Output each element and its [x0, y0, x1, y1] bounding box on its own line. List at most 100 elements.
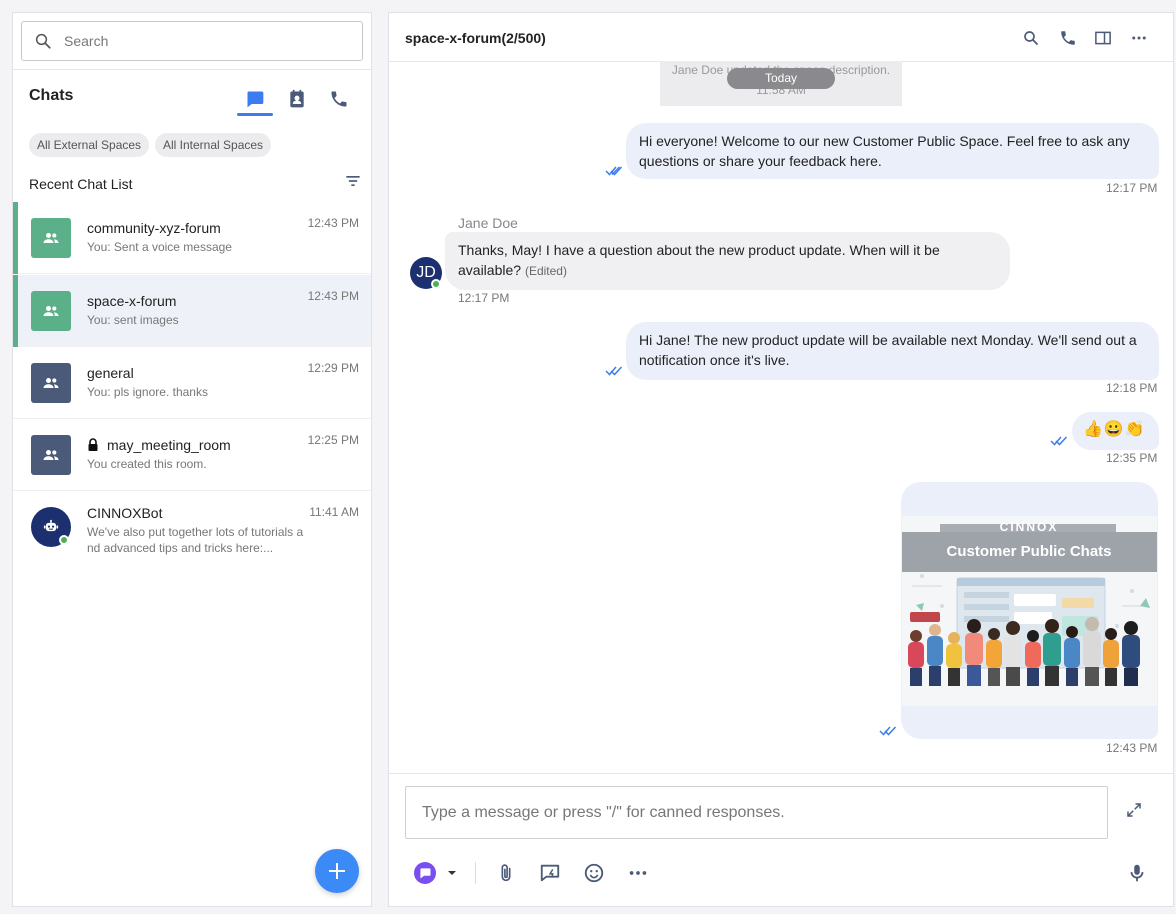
- chat-list-panel: Chats All External Spaces All Internal S…: [12, 12, 372, 907]
- expand-composer-button[interactable]: [1122, 798, 1146, 822]
- plus-icon: [329, 863, 345, 879]
- tab-chats[interactable]: [237, 81, 273, 117]
- message-input[interactable]: [405, 786, 1108, 839]
- room-avatar: [31, 435, 71, 475]
- call-button[interactable]: [1056, 26, 1080, 50]
- chat-preview-line-1: We've also put together lots of tutorial…: [87, 525, 304, 539]
- conversation-title: space-x-forum(2/500): [405, 30, 546, 46]
- channel-selector-button[interactable]: [412, 860, 438, 886]
- room-avatar: [31, 363, 71, 403]
- read-receipt-icon: [879, 726, 897, 736]
- chat-time: 12:43 PM: [307, 289, 359, 303]
- phone-icon: [1061, 31, 1075, 45]
- space-avatar: [31, 218, 71, 258]
- voice-message-button[interactable]: [1124, 860, 1150, 886]
- chat-time: 12:43 PM: [307, 216, 359, 230]
- divider: [13, 69, 371, 70]
- chat-time: 11:41 AM: [309, 505, 359, 519]
- chats-title: Chats: [29, 87, 74, 104]
- toolbar-separator: [475, 862, 476, 884]
- read-receipt-icon: [605, 166, 623, 176]
- chat-name-row: may_meeting_room: [87, 437, 231, 453]
- attach-file-button[interactable]: [493, 860, 519, 886]
- more-tools-button[interactable]: [625, 860, 651, 886]
- online-status-dot: [431, 279, 441, 289]
- space-accent-bar: [13, 275, 18, 347]
- message-time: 12:18 PM: [1106, 381, 1158, 395]
- image-title-text: Customer Public Chats: [946, 543, 1111, 560]
- image-message-bubble[interactable]: CINNOX Customer Public Chats: [901, 482, 1158, 739]
- message-time: 12:17 PM: [1106, 181, 1158, 195]
- filter-icon[interactable]: [343, 171, 363, 191]
- more-icon: [629, 871, 647, 875]
- split-view-icon: [1095, 31, 1111, 45]
- space-accent-bar: [13, 202, 18, 274]
- chat-name: community-xyz-forum: [87, 220, 221, 236]
- space-avatar: [31, 291, 71, 331]
- edited-tag: (Edited): [524, 264, 567, 278]
- group-icon: [43, 378, 59, 388]
- group-icon: [43, 233, 59, 243]
- chat-name: CINNOXBot: [87, 505, 163, 521]
- message-time: 12:43 PM: [1106, 741, 1158, 755]
- shared-image[interactable]: CINNOX Customer Public Chats: [902, 516, 1157, 706]
- chat-preview-line-2: nd advanced tips and tricks here:...: [87, 541, 274, 555]
- chat-preview: You: sent images: [87, 313, 179, 327]
- channel-selector-icon: [414, 862, 436, 884]
- canned-response-icon: [540, 864, 560, 882]
- new-chat-button[interactable]: [315, 849, 359, 893]
- contacts-icon: [290, 89, 304, 108]
- emoji-button[interactable]: [581, 860, 607, 886]
- conversation-panel: space-x-forum(2/500) Jane Doe updated th…: [388, 12, 1174, 907]
- read-receipt-icon: [1050, 436, 1068, 446]
- chat-item-space-x-forum[interactable]: space-x-forum You: sent images 12:43 PM: [13, 275, 371, 347]
- more-options-button[interactable]: [1127, 26, 1151, 50]
- search-icon: [35, 33, 51, 49]
- chat-name: general: [87, 365, 134, 381]
- chat-preview: You: pls ignore. thanks: [87, 385, 208, 399]
- tab-contacts[interactable]: [279, 81, 315, 117]
- split-view-button[interactable]: [1091, 26, 1115, 50]
- search-in-chat-button[interactable]: [1019, 26, 1043, 50]
- canned-response-button[interactable]: [537, 860, 563, 886]
- outgoing-message-bubble[interactable]: Hi everyone! Welcome to our new Customer…: [626, 123, 1159, 179]
- incoming-message-bubble[interactable]: Thanks, May! I have a question about the…: [445, 232, 1010, 290]
- attachment-icon: [501, 864, 511, 882]
- active-tab-indicator: [237, 113, 273, 116]
- date-divider: Today: [727, 68, 835, 89]
- search-icon: [1024, 31, 1038, 45]
- message-time: 12:35 PM: [1106, 451, 1158, 465]
- emoji-message-bubble[interactable]: 👍😀👏: [1072, 412, 1159, 450]
- phone-icon: [331, 91, 347, 107]
- filter-chip-internal[interactable]: All Internal Spaces: [155, 133, 272, 157]
- message-time: 12:17 PM: [458, 291, 510, 305]
- chat-name: may_meeting_room: [107, 437, 231, 453]
- bot-icon: [43, 519, 59, 532]
- microphone-icon: [1130, 864, 1144, 882]
- chat-time: 12:25 PM: [307, 433, 359, 447]
- outgoing-message-bubble[interactable]: Hi Jane! The new product update will be …: [626, 322, 1159, 380]
- chat-item-may-meeting-room[interactable]: may_meeting_room You created this room. …: [13, 419, 371, 491]
- search-box[interactable]: [21, 21, 363, 61]
- sender-name: Jane Doe: [458, 215, 518, 231]
- chat-item-community-xyz-forum[interactable]: community-xyz-forum You: Sent a voice me…: [13, 202, 371, 274]
- tab-calls[interactable]: [321, 81, 357, 117]
- filter-chip-external[interactable]: All External Spaces: [29, 133, 150, 157]
- chat-time: 12:29 PM: [307, 361, 359, 375]
- chat-item-general[interactable]: general You: pls ignore. thanks 12:29 PM: [13, 347, 371, 419]
- message-list[interactable]: Jane Doe updated the space description. …: [389, 61, 1173, 773]
- chat-item-cinnoxbot[interactable]: CINNOXBot We've also put together lots o…: [13, 491, 371, 571]
- chat-bubble-icon: [247, 91, 264, 108]
- divider: [389, 773, 1173, 774]
- lock-icon: [88, 438, 98, 451]
- image-brand-text: CINNOX: [1000, 520, 1059, 534]
- group-icon: [43, 450, 59, 460]
- caret-down-icon: [448, 871, 456, 875]
- chat-preview: You: Sent a voice message: [87, 240, 232, 254]
- group-icon: [43, 306, 59, 316]
- recent-chat-list-label: Recent Chat List: [29, 176, 133, 192]
- search-input[interactable]: [64, 33, 344, 49]
- channel-dropdown-button[interactable]: [441, 860, 463, 886]
- more-icon: [1132, 36, 1146, 40]
- read-receipt-icon: [605, 366, 623, 376]
